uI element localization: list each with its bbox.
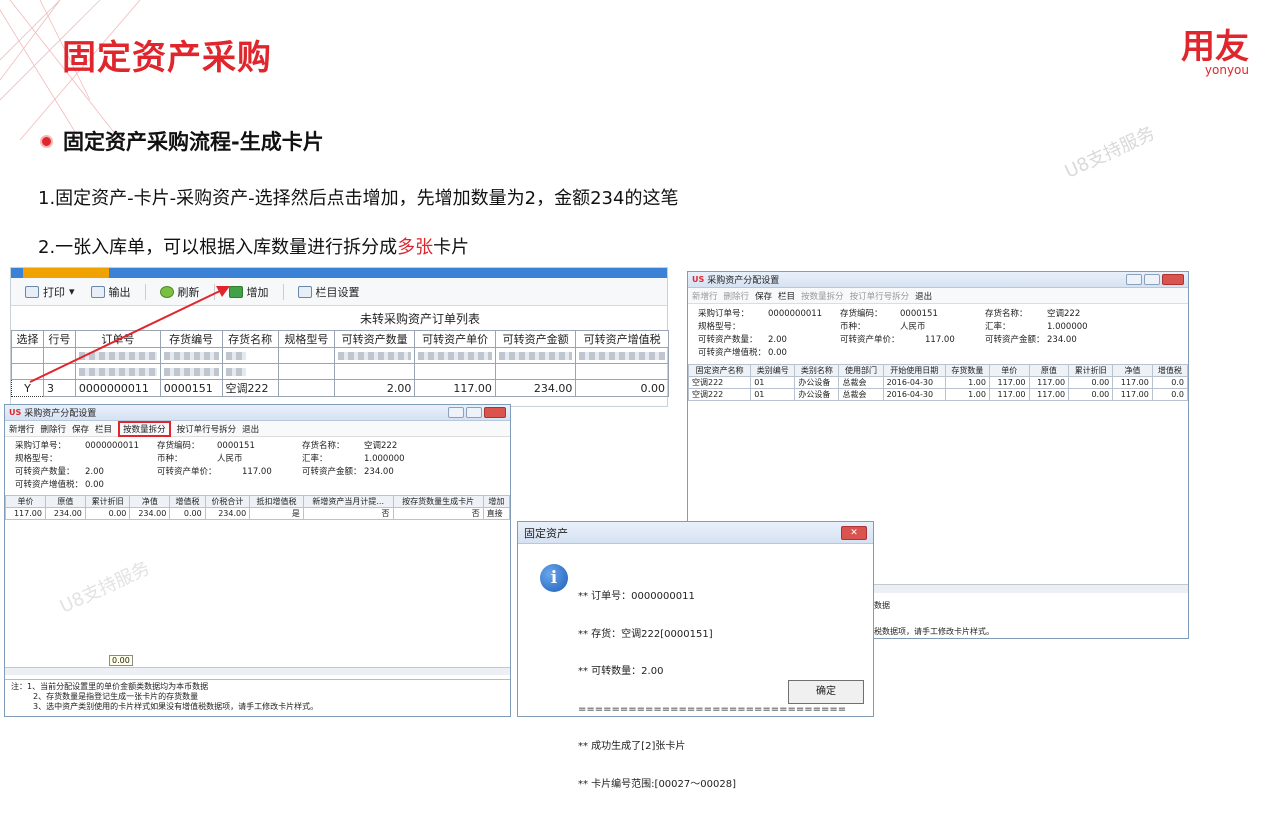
maximize-button[interactable] bbox=[1144, 274, 1160, 285]
watermark: U8支持服务 bbox=[56, 557, 154, 618]
red-arrow bbox=[29, 286, 230, 383]
bullet-icon bbox=[40, 134, 53, 148]
save-button[interactable]: 保存 bbox=[755, 290, 772, 302]
step-2-prefix: 2.一张入库单，可以根据入库数量进行拆分成 bbox=[38, 237, 398, 258]
fixed-asset-message-box: 固定资产 ✕ i ** 订单号：0000000011 ** 存货：空调222[0… bbox=[517, 521, 874, 790]
grid-header-row: 单价 原值 累计折旧 净值 增值税 价税合计 抵扣增值税 新增资产当月计提... 按存货数量生成… bbox=[5, 495, 511, 508]
delete-row-button[interactable]: 删除行 bbox=[724, 290, 750, 302]
add-row-button[interactable]: 新增行 bbox=[9, 423, 35, 435]
add-row-button[interactable]: 新增行 bbox=[692, 290, 718, 302]
result-grid: 固定资产名称 类别编号 类别名称 使用部门 开始使用日期 存货数量 单价 原值 累计折旧 净值 增值… bbox=[687, 364, 1189, 401]
exit-button[interactable]: 退出 bbox=[915, 290, 932, 302]
subheading-text: 固定资产采购流程-生成卡片 bbox=[63, 130, 324, 154]
horizontal-scrollbar[interactable] bbox=[5, 667, 510, 675]
split-info-panel: 采购订单号： 0000000011 存货编码： 0000151 存货名称： 空调222 规… bbox=[15, 441, 405, 490]
close-button[interactable]: ✕ bbox=[841, 525, 867, 540]
result-toolbar: 新增行 删除行 保存 栏目 按数量拆分 按订单行号拆分 退出 bbox=[688, 288, 1188, 304]
grid-header-row: 固定资产名称 类别编号 类别名称 使用部门 开始使用日期 存货数量 单价 原值 累计折旧 净值 增值… bbox=[687, 364, 1189, 377]
logo-main: 用友 bbox=[1181, 27, 1249, 67]
sum-cell: 0.00 bbox=[109, 655, 133, 666]
minimize-button[interactable] bbox=[448, 407, 464, 418]
message-titlebar: 固定资产 ✕ bbox=[518, 522, 873, 544]
step-2-highlight: 多张 bbox=[397, 237, 434, 258]
step-1-text: 1.固定资产-卡片-采购资产-选择然后点击增加，先增加数量为2，金额234的这笔 bbox=[38, 188, 679, 209]
result-note-1: 数据 bbox=[874, 601, 890, 610]
col-header: 可转资产数量 bbox=[333, 330, 416, 348]
subheading: 固定资产采购流程-生成卡片 bbox=[40, 126, 324, 156]
yonyou-logo: 用友 yonyou bbox=[1181, 30, 1249, 76]
minimize-button[interactable] bbox=[1126, 274, 1142, 285]
window-titlebar: US 采购资产分配设置 bbox=[5, 405, 510, 421]
split-by-order-line-button[interactable]: 按订单行号拆分 bbox=[177, 423, 237, 435]
result-info-panel: 采购订单号： 0000000011 存货编码： 0000151 存货名称： 空调222 规… bbox=[698, 309, 1088, 358]
result-note-2: 税数据项，请手工修改卡片样式。 bbox=[874, 627, 994, 636]
maximize-button[interactable] bbox=[466, 407, 482, 418]
grid-row[interactable]: 空调222 01 办公设备 总裁会 2016-04-30 1.00 117.00 117.00… bbox=[687, 376, 1189, 389]
step-2-suffix: 卡片 bbox=[433, 237, 470, 258]
split-by-order-line-button[interactable]: 按订单行号拆分 bbox=[850, 290, 910, 302]
window-titlebar: US 采购资产分配设置 bbox=[688, 272, 1188, 288]
split-by-quantity-button[interactable]: 按数量拆分 bbox=[118, 420, 171, 437]
close-button[interactable] bbox=[1162, 274, 1184, 285]
delete-row-button[interactable]: 删除行 bbox=[41, 423, 67, 435]
columns-icon bbox=[297, 285, 312, 298]
u8-icon: US bbox=[9, 408, 22, 417]
save-button[interactable]: 保存 bbox=[72, 423, 89, 435]
split-by-quantity-button[interactable]: 按数量拆分 bbox=[801, 290, 844, 302]
close-button[interactable] bbox=[484, 407, 506, 418]
exit-button[interactable]: 退出 bbox=[242, 423, 259, 435]
split-grid: 单价 原值 累计折旧 净值 增值税 价税合计 抵扣增值税 新增资产当月计提... 按存货数量生成… bbox=[5, 495, 511, 520]
split-notes: 注：1、当前分配设置里的单价金额类数据均为本币数据 2、存货数量是指登记生成一张… bbox=[5, 679, 510, 714]
col-header: 可转资产金额 bbox=[494, 330, 577, 348]
split-toolbar: 新增行 删除行 保存 栏目 按数量拆分 按订单行号拆分 退出 bbox=[5, 420, 510, 437]
col-header: 规格型号 bbox=[277, 330, 335, 348]
slide-title: 固定资产采购 bbox=[62, 38, 272, 78]
columns-button[interactable]: 栏目 bbox=[778, 290, 795, 302]
info-icon: i bbox=[540, 564, 568, 592]
column-settings-button[interactable]: 栏目设置 bbox=[292, 282, 366, 302]
grid-row[interactable]: 117.00 234.00 0.00 234.00 0.00 234.00 是否否直接 bbox=[5, 507, 511, 520]
u8-icon: US bbox=[692, 275, 705, 284]
col-header: 可转资产单价 bbox=[414, 330, 496, 348]
step-2-text: 2.一张入库单，可以根据入库数量进行拆分成多张卡片 bbox=[38, 233, 469, 259]
grid-row[interactable]: 空调222 01 办公设备 总裁会 2016-04-30 1.00 117.00 117.00… bbox=[687, 388, 1189, 401]
split-settings-window: US 采购资产分配设置 新增行 删除行 保存 栏目 按数量拆分 按订单行号拆分 … bbox=[4, 404, 511, 717]
ok-button[interactable]: 确定 bbox=[788, 680, 864, 704]
columns-button[interactable]: 栏目 bbox=[95, 423, 112, 435]
col-header: 可转资产增值税 bbox=[575, 330, 669, 348]
watermark: U8支持服务 bbox=[1061, 122, 1159, 183]
